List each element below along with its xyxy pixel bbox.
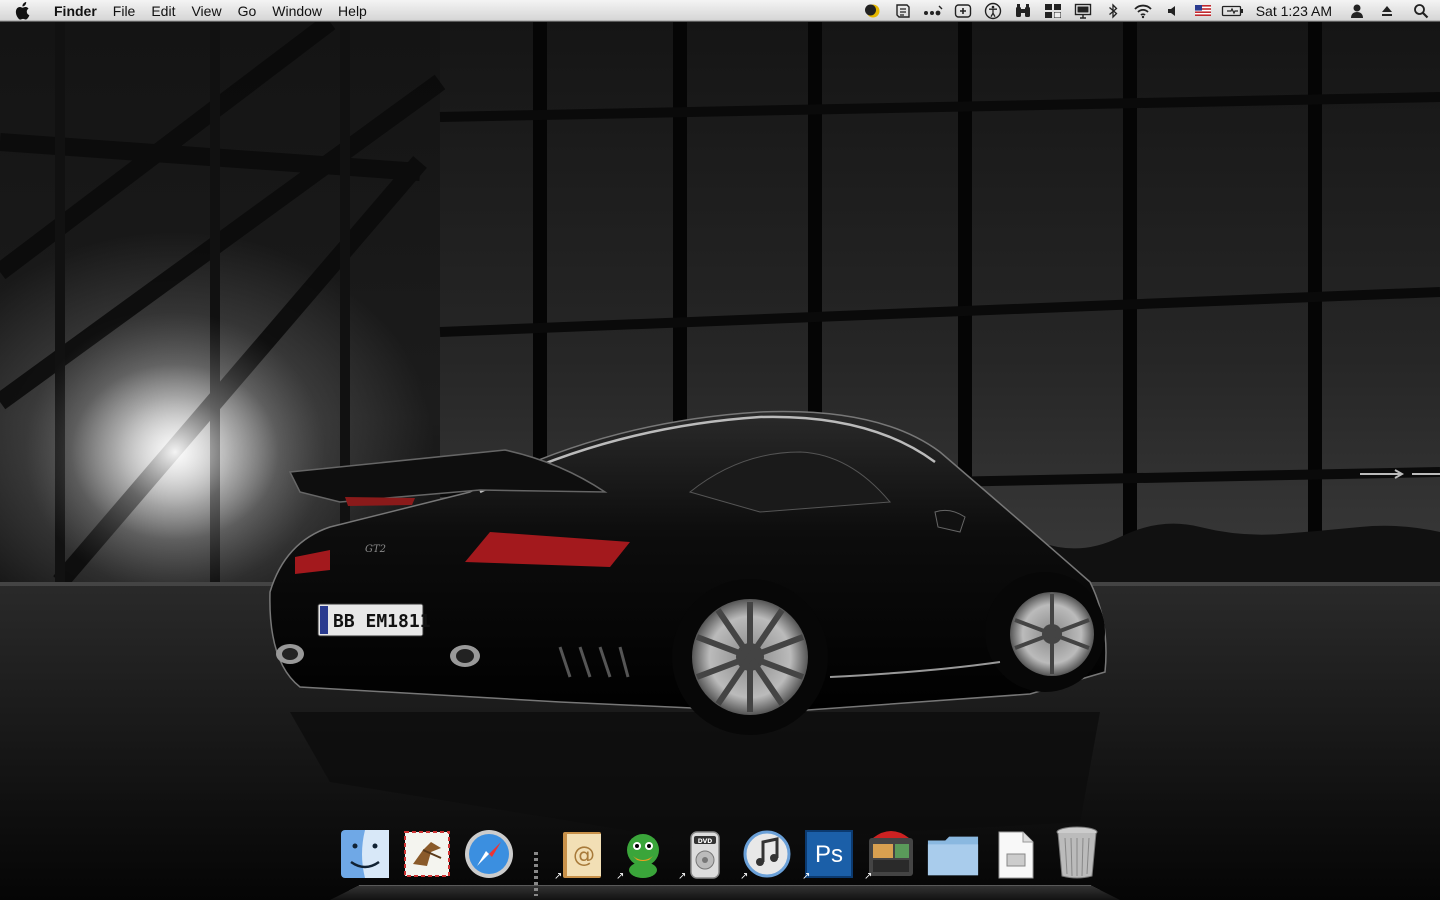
alias-arrow-icon: ↗ — [802, 871, 811, 882]
menu-extras: Sat 1:23 AM — [858, 0, 1440, 22]
menu-view[interactable]: View — [183, 0, 229, 22]
dock-item-finder[interactable] — [338, 822, 392, 880]
alias-arrow-icon: ↗ — [616, 871, 625, 882]
alias-arrow-icon: ↗ — [864, 871, 873, 882]
menu-app-finder[interactable]: Finder — [44, 0, 105, 22]
display-icon[interactable] — [1068, 0, 1098, 22]
eject-icon[interactable] — [1372, 0, 1402, 22]
clock[interactable]: Sat 1:23 AM — [1248, 3, 1342, 19]
moon-icon[interactable] — [858, 0, 888, 22]
binoculars-icon[interactable] — [1008, 0, 1038, 22]
alias-arrow-icon: ↗ — [740, 871, 749, 882]
dock-item-safari[interactable] — [462, 822, 516, 880]
plus-box-icon[interactable] — [948, 0, 978, 22]
trash-icon — [1056, 826, 1098, 879]
menu-edit[interactable]: Edit — [143, 0, 183, 22]
volume-icon[interactable] — [1158, 0, 1188, 22]
dock: @ ↗ ↗ DVD ↗ ↗ Ps ↗ ↗ — [330, 812, 1120, 900]
photoshop-icon: Ps — [805, 830, 853, 878]
menu-help[interactable]: Help — [330, 0, 375, 22]
dvd-player-icon: DVD — [690, 831, 720, 879]
dock-separator — [534, 852, 538, 896]
dock-shelf — [330, 884, 1120, 900]
dock-item-photo-booth[interactable]: ↗ — [864, 822, 918, 882]
alias-arrow-icon: ↗ — [554, 871, 563, 882]
menu-file[interactable]: File — [105, 0, 144, 22]
folder-icon — [927, 836, 979, 876]
itunes-icon — [743, 830, 791, 878]
menu-bar: Finder File Edit View Go Window Help Sat… — [0, 0, 1440, 22]
spotlight-icon[interactable] — [1402, 0, 1440, 22]
dock-item-itunes[interactable]: ↗ — [740, 822, 794, 882]
apple-icon[interactable] — [0, 1, 44, 20]
photo-booth-icon — [869, 831, 913, 876]
dots-icon[interactable] — [918, 0, 948, 22]
dock-item-photoshop[interactable]: Ps ↗ — [802, 822, 856, 882]
user-icon[interactable] — [1342, 0, 1372, 22]
dock-item-adium[interactable]: ↗ — [616, 822, 670, 882]
battery-icon[interactable] — [1218, 0, 1248, 22]
address-book-icon: @ — [563, 832, 601, 878]
dock-item-dvd-player[interactable]: DVD ↗ — [678, 822, 732, 882]
bluetooth-icon[interactable] — [1098, 0, 1128, 22]
script-icon[interactable] — [888, 0, 918, 22]
menu-go[interactable]: Go — [230, 0, 265, 22]
car-badge: GT2 — [365, 544, 386, 555]
svg-text:DVD: DVD — [698, 838, 713, 845]
wallpaper-scene: BB EM1811 GT2 — [0, 22, 1440, 900]
menu-window[interactable]: Window — [264, 0, 330, 22]
accessibility-icon[interactable] — [978, 0, 1008, 22]
finder-icon — [341, 830, 389, 878]
us-flag-icon[interactable] — [1188, 0, 1218, 22]
dock-item-document-file[interactable] — [988, 822, 1042, 880]
safari-icon — [465, 830, 513, 878]
alias-arrow-icon: ↗ — [678, 871, 687, 882]
adium-icon — [627, 834, 659, 878]
wifi-icon[interactable] — [1128, 0, 1158, 22]
photoshop-label: Ps — [815, 841, 843, 868]
document-icon — [998, 831, 1034, 879]
menu-bar-left: Finder File Edit View Go Window Help — [0, 0, 375, 22]
license-plate: BB EM1811 — [333, 611, 431, 632]
dock-item-trash[interactable] — [1050, 822, 1104, 880]
dock-item-address-book[interactable]: @ ↗ — [554, 822, 608, 882]
mail-icon — [404, 831, 450, 877]
dock-item-mail[interactable] — [400, 822, 454, 880]
svg-text:@: @ — [573, 843, 595, 868]
desktop-wallpaper: BB EM1811 GT2 — [0, 22, 1440, 900]
dock-item-documents-folder[interactable] — [926, 822, 980, 880]
spaces-icon[interactable] — [1038, 0, 1068, 22]
